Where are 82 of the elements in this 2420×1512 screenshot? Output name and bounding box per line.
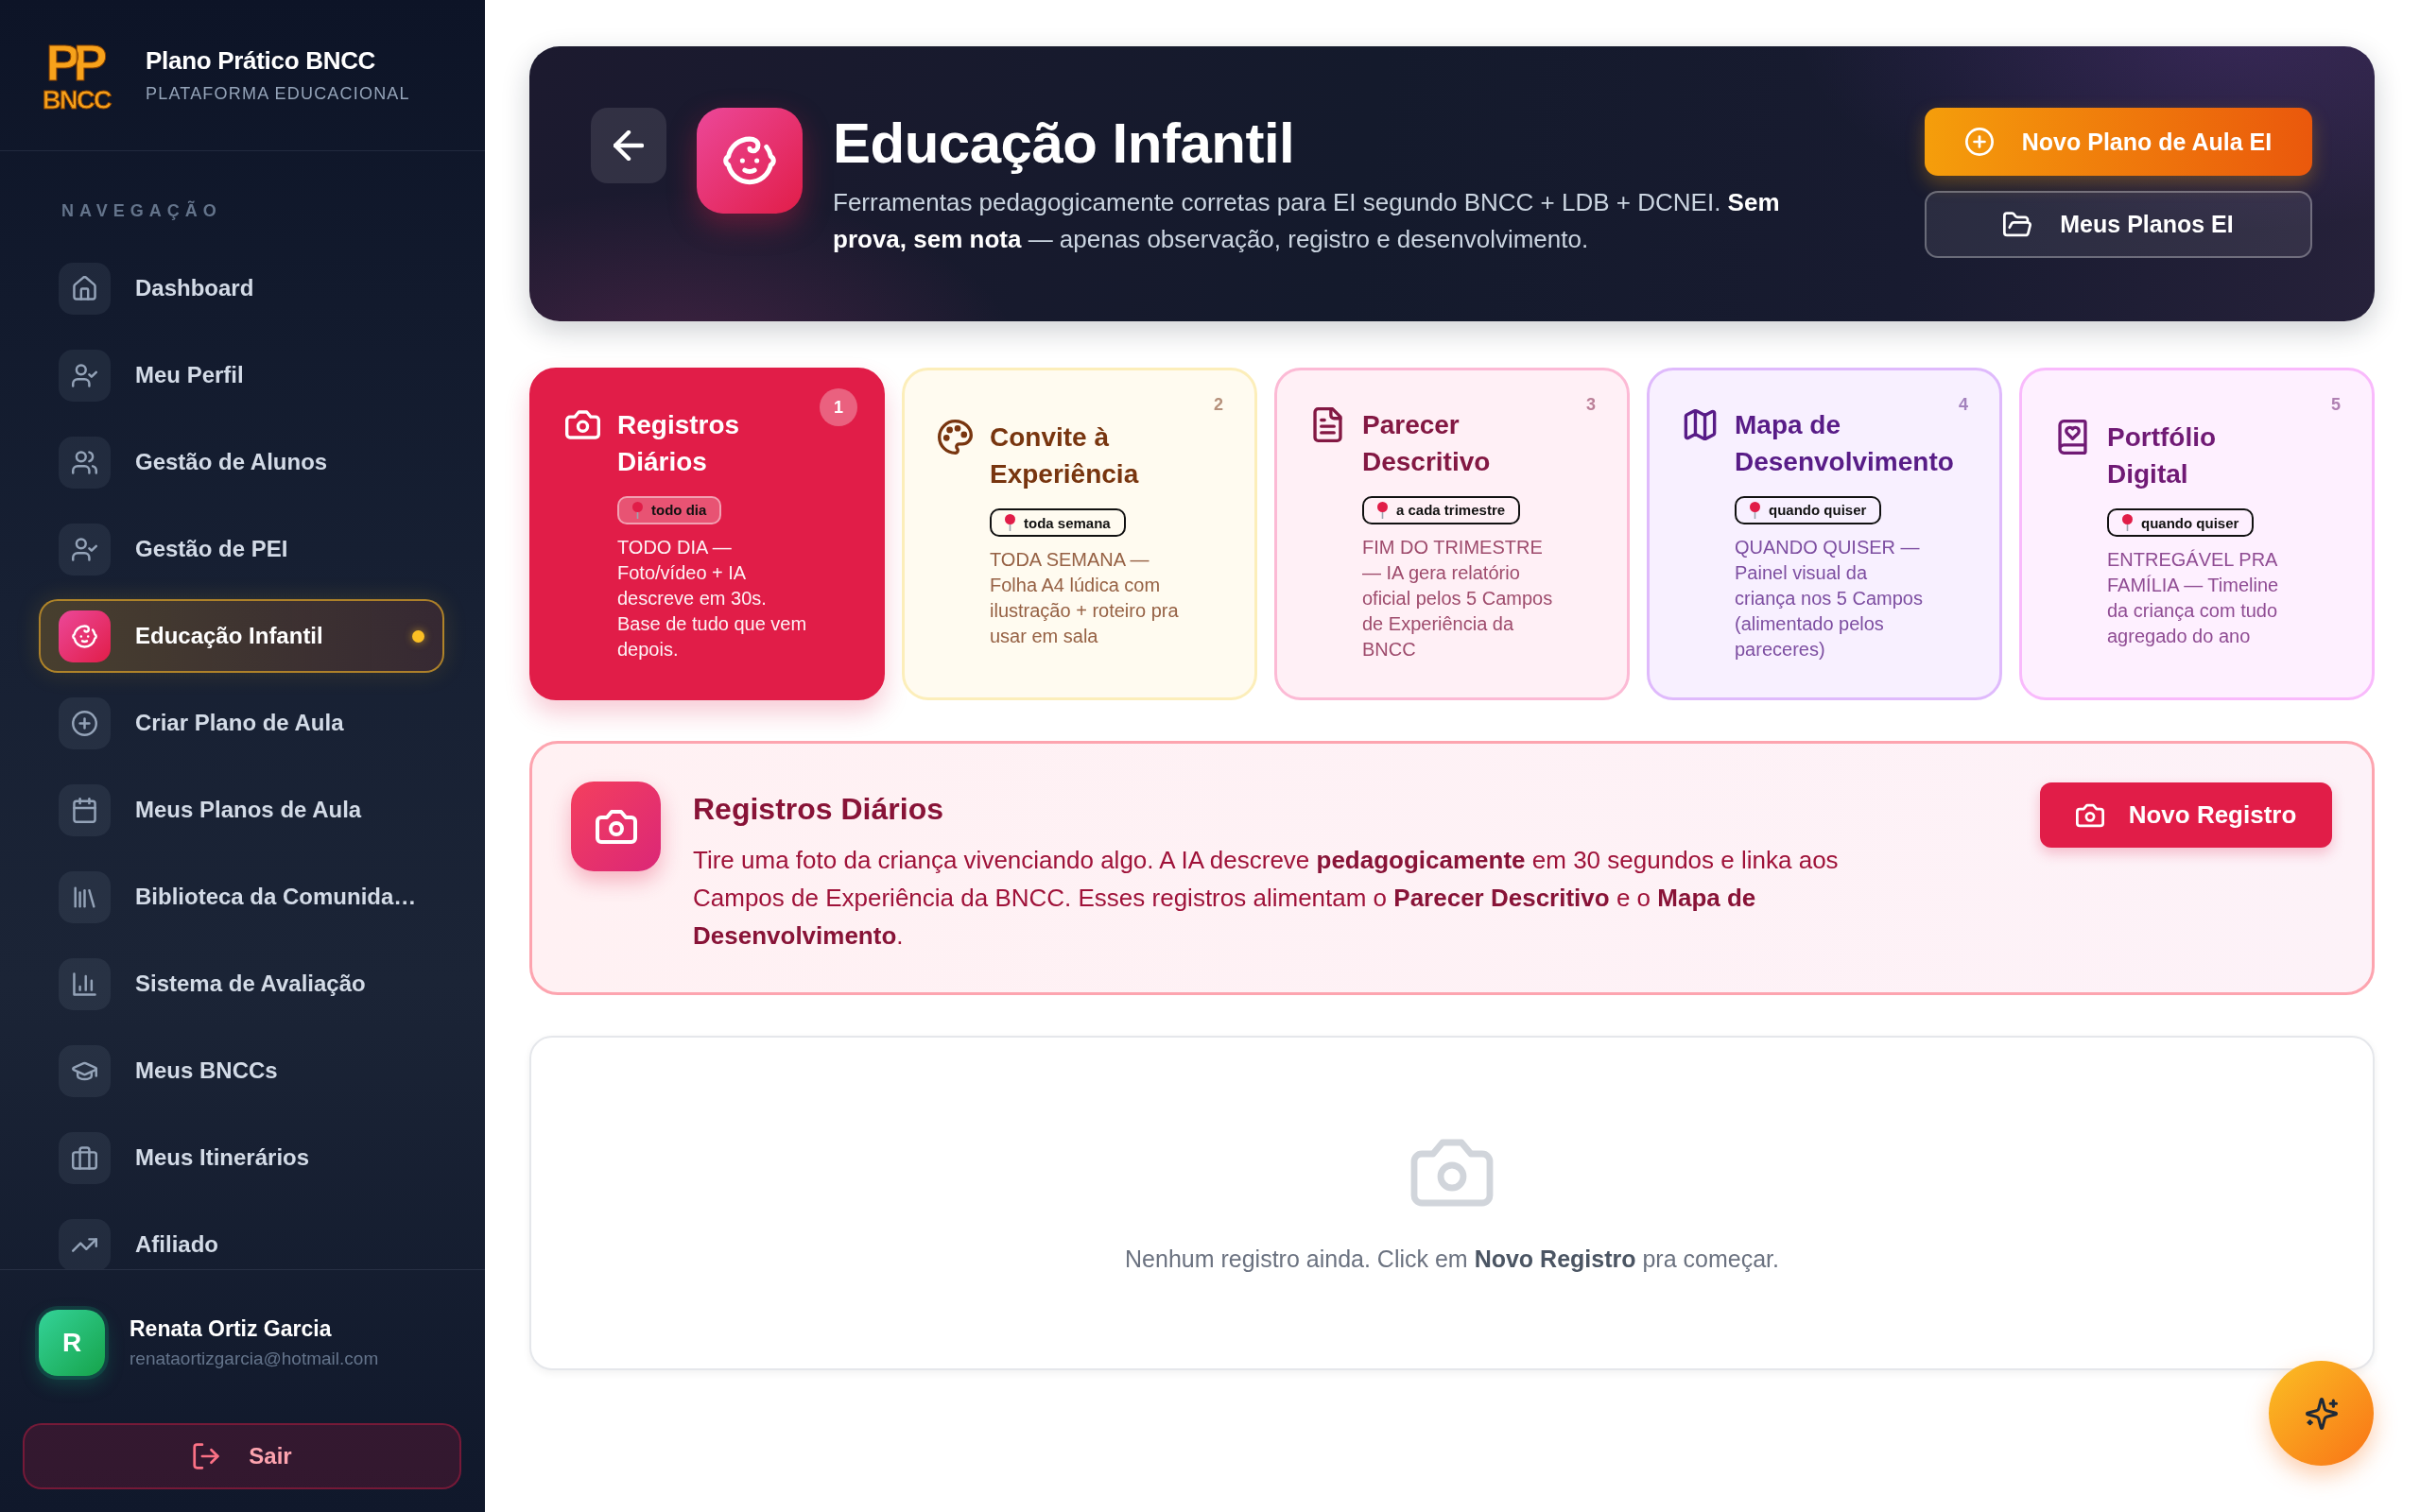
tool-card[interactable]: Convite à Experiência toda semana TODA SEMANA — Folha A4 lúdica com ilustração + roteiro pra usar em sala 2 (902, 368, 1257, 700)
nav-item[interactable]: Meus Itinerários (39, 1121, 444, 1194)
frequency-label: a cada trimestre (1396, 502, 1506, 518)
nav-item[interactable]: Gestão de PEI (39, 512, 444, 586)
pin-icon (632, 501, 643, 519)
app-name: Plano Prático BNCC (146, 46, 377, 76)
nav-item[interactable]: Afiliado (39, 1208, 444, 1269)
app-subtitle: PLATAFORMA EDUCACIONAL (146, 84, 410, 104)
tool-card[interactable]: Portfólio Digital quando quiser ENTREGÁVEL PRA FAMÍLIA — Timeline da criança com tudo agregado do ano 5 (2019, 368, 2375, 700)
frequency-label: toda semana (1024, 514, 1111, 531)
palette-icon (938, 420, 973, 455)
tool-card[interactable]: Parecer Descritivo a cada trimestre FIM DO TRIMESTRE — IA gera relatório oficial pelos 5 Campos de Experiência da BNCC 3 (1274, 368, 1630, 700)
plus-circle-icon (1964, 128, 1994, 156)
my-plans-button[interactable]: Meus Planos EI (1925, 191, 2312, 258)
nav-item[interactable]: Gestão de Alunos (39, 425, 444, 499)
floating-action-button[interactable] (2269, 1361, 2374, 1466)
nav-item[interactable]: Educação Infantil (39, 599, 444, 673)
page-title: Educação Infantil (833, 112, 1295, 175)
card-title: Mapa de Desenvolvimento (1735, 408, 1954, 478)
step-number: 1 (820, 388, 857, 426)
app-logo: PP BNCC (42, 37, 112, 113)
card-description: QUANDO QUISER — Painel visual da criança nos 5 Campos (alimentado pelos pareceres) (1735, 535, 1924, 662)
card-description: TODA SEMANA — Folha A4 lúdica com ilustração + roteiro pra usar em sala (990, 548, 1180, 648)
nav-item[interactable]: Sistema de Avaliação (39, 947, 444, 1021)
pin-icon (1377, 501, 1388, 519)
baby-face-icon (59, 610, 111, 662)
pin-icon (2122, 514, 2133, 531)
section-label: NAVEGAÇÃO (61, 200, 222, 221)
baby-face-icon (697, 108, 803, 214)
nav-item[interactable]: Criar Plano de Aula (39, 686, 444, 760)
users-icon (59, 436, 111, 489)
document-icon (1310, 406, 1345, 442)
graduation-cap-icon (59, 1044, 111, 1097)
page-description: Ferramentas pedagogicamente corretas para EI segundo BNCC + LDB + DCNEI. Sem prova, sem nota — apenas observação, registro e desenvolvimento. (833, 187, 1781, 255)
camera-icon (571, 782, 661, 871)
sparkles-icon (2305, 1397, 2338, 1430)
user-name: Renata Ortiz Garcia (130, 1316, 333, 1342)
back-button[interactable] (591, 108, 666, 183)
briefcase-icon (59, 1131, 111, 1184)
home-icon (59, 262, 111, 315)
step-number: 2 (1214, 394, 1223, 415)
panel-title: Registros Diários (693, 791, 943, 828)
card-title: Portfólio Digital (2107, 421, 2218, 490)
nav-item[interactable]: Meus Planos de Aula (39, 773, 444, 847)
panel-description: Tire uma foto da criança vivenciando algo. A IA descreve pedagogicamente em 30 segundos e linka aos Campos de Experiência da BNCC. Esses registros alimentam o Parecer Descritivo e o Mapa de Desenvolvimento. (693, 845, 1840, 952)
user-avatar: R (39, 1310, 105, 1376)
frequency-label: quando quiser (1769, 502, 1867, 518)
card-description: TODO DIA — Foto/vídeo + IA descreve em 30s. Base de tudo que vem depois. (617, 535, 808, 662)
frequency-label: todo dia (651, 502, 707, 518)
map-icon (1683, 406, 1718, 442)
step-number: 5 (2331, 394, 2341, 415)
tool-card[interactable]: Mapa de Desenvolvimento quando quiser QUANDO QUISER — Painel visual da criança nos 5 Campos (alimentado pelos pareceres) 4 (1647, 368, 2002, 700)
card-title: Convite à Experiência (990, 421, 1140, 490)
user-check-icon (59, 349, 111, 402)
nav-item[interactable]: Biblioteca da Comunida… (39, 860, 444, 934)
card-title: Registros Diários (617, 408, 741, 478)
nav-item[interactable]: Dashboard (39, 251, 444, 325)
pin-icon (1005, 514, 1015, 531)
library-icon (59, 870, 111, 923)
user-check-icon (59, 523, 111, 576)
nav-item[interactable]: Meu Perfil (39, 338, 444, 412)
camera-icon (1410, 1139, 1494, 1207)
card-description: FIM DO TRIMESTRE — IA gera relatório oficial pelos 5 Campos de Experiência da BNCC (1362, 535, 1554, 662)
folder-icon (2003, 210, 2032, 239)
logout-button[interactable]: Sair (23, 1423, 461, 1489)
trending-up-icon (59, 1218, 111, 1269)
active-dot-icon (412, 629, 424, 643)
book-heart-icon (2055, 420, 2090, 455)
empty-message: Nenhum registro ainda. Click em Novo Registro pra começar. (1125, 1245, 1779, 1274)
step-number: 3 (1586, 394, 1596, 415)
tool-card[interactable]: Registros Diários todo dia TODO DIA — Foto/vídeo + IA descreve em 30s. Base de tudo que vem depois. 1 (529, 368, 885, 700)
bar-chart-icon (59, 957, 111, 1010)
user-email: renataortizgarcia@hotmail.com (130, 1349, 379, 1369)
pin-icon (1750, 501, 1760, 519)
calendar-icon (59, 783, 111, 836)
nav-item[interactable]: Meus BNCCs (39, 1034, 444, 1108)
logout-icon (192, 1442, 221, 1470)
step-number: 4 (1959, 394, 1968, 415)
card-title: Parecer Descritivo (1362, 408, 1492, 478)
new-record-button[interactable]: Novo Registro (2040, 782, 2332, 848)
frequency-label: quando quiser (2141, 514, 2239, 531)
card-description: ENTREGÁVEL PRA FAMÍLIA — Timeline da criança com tudo agregado do ano (2107, 548, 2280, 648)
